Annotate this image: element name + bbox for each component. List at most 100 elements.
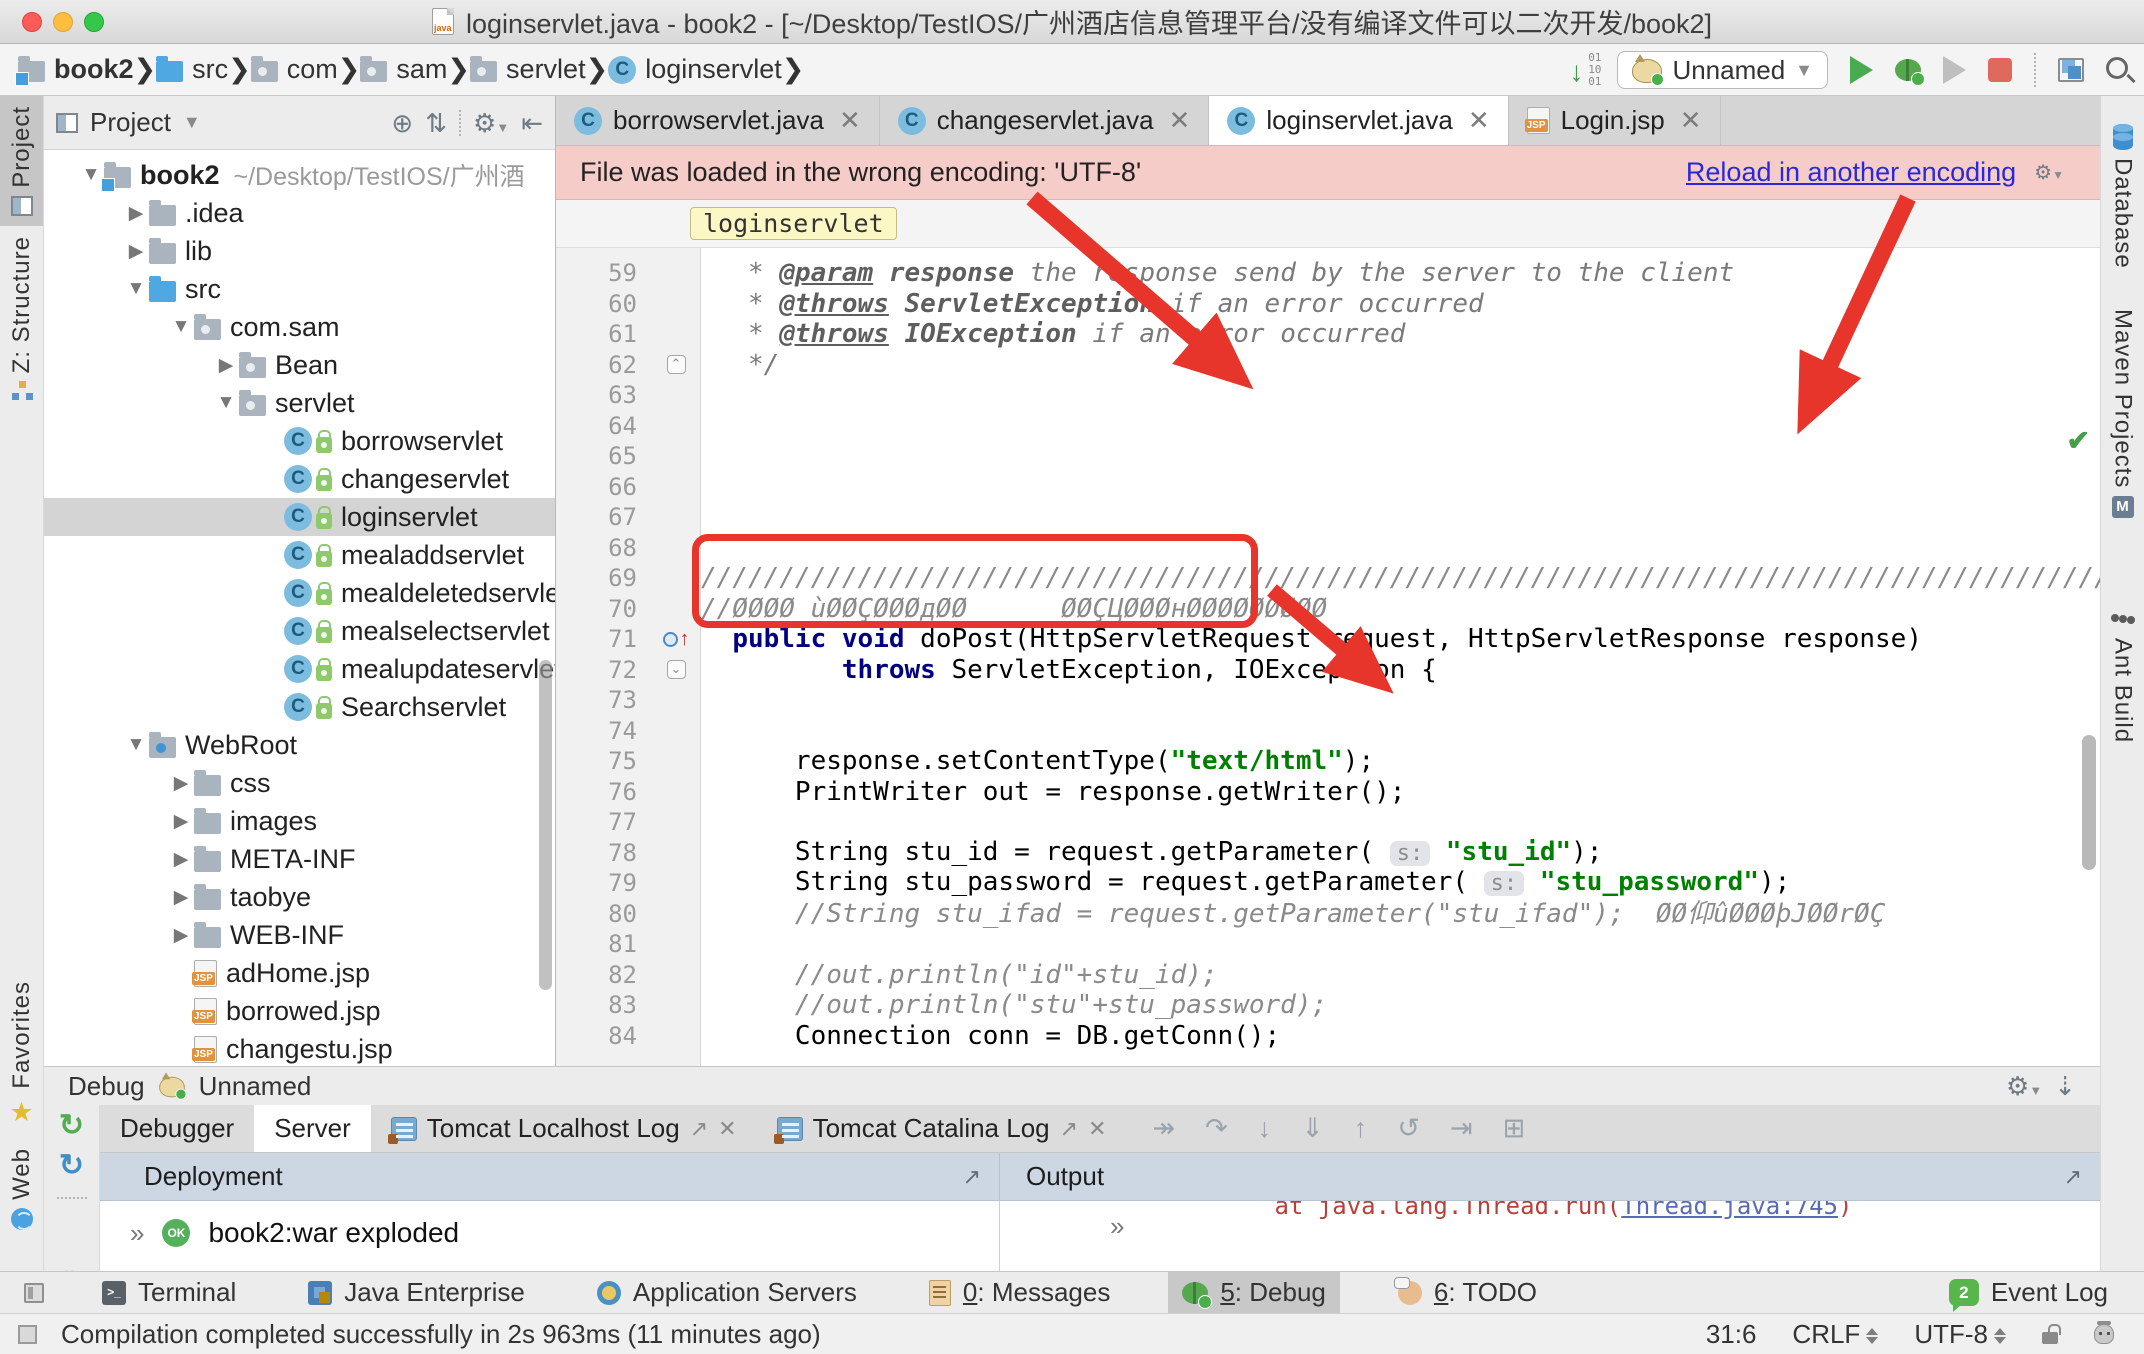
expand-arrow-icon[interactable]: ▶ <box>213 354 239 377</box>
collapse-arrow-icon[interactable]: ▼ <box>123 278 149 300</box>
debug-tab-tomcat-localhost-log[interactable]: Tomcat Localhost Log↗✕ <box>371 1105 757 1152</box>
tree-item-WebRoot[interactable]: ▼WebRoot <box>44 726 555 764</box>
collapse-arrow-icon[interactable]: ▼ <box>168 316 194 338</box>
breadcrumb-item-com[interactable]: com <box>251 54 338 85</box>
project-structure-icon[interactable] <box>2058 58 2084 82</box>
hide-panel-icon[interactable]: ⇣ <box>2054 1073 2076 1099</box>
zoom-window-button[interactable] <box>84 12 104 32</box>
collapse-arrow-icon[interactable]: ▼ <box>213 392 239 414</box>
expand-arrow-icon[interactable]: ▶ <box>123 202 149 225</box>
search-icon[interactable] <box>2106 57 2128 79</box>
tree-item-book2[interactable]: ▼book2~/Desktop/TestIOS/广州酒 <box>44 156 555 194</box>
debug-button[interactable] <box>1895 59 1921 81</box>
tree-item-mealselectservlet[interactable]: mealselectservlet <box>44 612 555 650</box>
tree-item-src[interactable]: ▼src <box>44 270 555 308</box>
breadcrumb-item-servlet[interactable]: servlet <box>470 54 586 85</box>
output-console[interactable]: » at java.lang.Thread.run(Thread.java:74… <box>1000 1201 2100 1271</box>
stripe-tab-maven-projects[interactable]: Maven Projects <box>2101 299 2144 528</box>
step-over-icon[interactable]: ↷ <box>1205 1113 1228 1144</box>
expand-arrow-icon[interactable]: ▶ <box>168 810 194 833</box>
editor-tab-loginservlet-java[interactable]: loginservlet.java✕ <box>1209 96 1508 145</box>
tree-item--idea[interactable]: ▶.idea <box>44 194 555 232</box>
step-out-icon[interactable]: ↑ <box>1354 1113 1368 1144</box>
breadcrumb-item-book2[interactable]: book2 <box>18 54 134 85</box>
tree-item-borrowed-jsp[interactable]: borrowed.jsp <box>44 992 555 1030</box>
event-log-button[interactable]: 2 Event Log <box>1949 1277 2108 1308</box>
debug-tab-debugger[interactable]: Debugger <box>100 1105 254 1152</box>
gear-icon[interactable]: ⚙▼ <box>473 110 509 136</box>
fold-marker-icon[interactable]: ⌄ <box>667 660 686 679</box>
tree-item-Bean[interactable]: ▶Bean <box>44 346 555 384</box>
tree-item-lib[interactable]: ▶lib <box>44 232 555 270</box>
stack-trace-link[interactable]: Thread.java:745 <box>1621 1201 1838 1220</box>
gear-icon[interactable]: ⚙▼ <box>2034 163 2064 183</box>
debug-tab-tomcat-catalina-log[interactable]: Tomcat Catalina Log↗✕ <box>757 1105 1127 1152</box>
tree-item-adHome-jsp[interactable]: adHome.jsp <box>44 954 555 992</box>
write-access-lock-icon[interactable] <box>2042 1332 2058 1344</box>
tree-item-taobye[interactable]: ▶taobye <box>44 878 555 916</box>
editor-tab-changeservlet-java[interactable]: changeservlet.java✕ <box>880 96 1210 145</box>
force-step-into-icon[interactable]: ⇓ <box>1301 1113 1324 1144</box>
toolwindow-button-5-debug[interactable]: 5: Debug <box>1168 1272 1340 1313</box>
pin-output-icon[interactable]: ↗ <box>690 1116 708 1142</box>
refresh-deployment-button[interactable]: ↻ <box>59 1151 84 1181</box>
stop-button[interactable] <box>1988 58 2012 82</box>
collapse-all-icon[interactable]: ⇅ <box>425 110 447 136</box>
rerun-server-button[interactable]: ↻ <box>59 1111 84 1141</box>
tree-item-css[interactable]: ▶css <box>44 764 555 802</box>
line-ending-select[interactable]: CRLF <box>1792 1319 1878 1350</box>
toolwindow-button-application-servers[interactable]: Application Servers <box>583 1272 871 1313</box>
tree-item-images[interactable]: ▶images <box>44 802 555 840</box>
breadcrumb-item-loginservlet[interactable]: loginservlet <box>608 54 782 85</box>
step-into-icon[interactable]: ↓ <box>1258 1113 1272 1144</box>
tree-item-loginservlet[interactable]: loginservlet <box>44 498 555 536</box>
override-method-icon[interactable] <box>663 632 678 647</box>
tree-item-changeservlet[interactable]: changeservlet <box>44 460 555 498</box>
tree-item-com-sam[interactable]: ▼com.sam <box>44 308 555 346</box>
deployment-item-label[interactable]: book2:war exploded <box>208 1217 459 1249</box>
close-tab-icon[interactable]: ✕ <box>718 1116 736 1142</box>
editor-tab-borrowservlet-java[interactable]: borrowservlet.java✕ <box>556 96 880 145</box>
tree-item-borrowservlet[interactable]: borrowservlet <box>44 422 555 460</box>
chevron-down-icon[interactable]: ▼ <box>183 112 201 133</box>
fold-marker-icon[interactable]: ⌃ <box>667 355 686 374</box>
drop-frame-icon[interactable]: ↺ <box>1397 1113 1420 1144</box>
tree-item-META-INF[interactable]: ▶META-INF <box>44 840 555 878</box>
tree-item-mealaddservlet[interactable]: mealaddservlet <box>44 536 555 574</box>
expand-arrow-icon[interactable]: ▶ <box>168 848 194 871</box>
run-to-cursor-icon[interactable]: ⇥ <box>1450 1113 1473 1144</box>
run-configuration-select[interactable]: Unnamed ▼ <box>1617 51 1828 89</box>
collapse-arrow-icon[interactable]: ▼ <box>123 734 149 756</box>
deployment-pane[interactable]: » OK book2:war exploded <box>100 1201 1000 1271</box>
jump-to-output-icon[interactable]: ↗ <box>2064 1164 2082 1190</box>
tree-item-Searchservlet[interactable]: Searchservlet <box>44 688 555 726</box>
minimize-window-button[interactable] <box>53 12 73 32</box>
toolwindow-button-terminal[interactable]: Terminal <box>88 1272 250 1313</box>
expand-arrow-icon[interactable]: ▶ <box>168 772 194 795</box>
hide-panel-icon[interactable]: ⇤ <box>521 110 543 136</box>
encoding-select[interactable]: UTF-8 <box>1914 1319 2006 1350</box>
locate-icon[interactable]: ⊕ <box>391 110 413 136</box>
show-execution-point-icon[interactable]: ↠ <box>1153 1113 1176 1144</box>
coverage-button[interactable] <box>1943 56 1966 84</box>
tree-item-mealdeletedservlet[interactable]: mealdeletedservlet <box>44 574 555 612</box>
debug-tab-server[interactable]: Server <box>254 1105 371 1152</box>
stripe-tab-favorites[interactable]: Favorites★ <box>0 971 43 1138</box>
close-tab-icon[interactable]: ✕ <box>839 105 861 136</box>
close-tab-icon[interactable]: ✕ <box>1680 105 1702 136</box>
tool-window-quick-access-icon[interactable] <box>24 1283 44 1303</box>
caret-position[interactable]: 31:6 <box>1706 1319 1757 1350</box>
expand-chevron[interactable]: » <box>1110 1211 1124 1242</box>
tree-item-WEB-INF[interactable]: ▶WEB-INF <box>44 916 555 954</box>
jump-to-output-icon[interactable]: ↗ <box>963 1164 981 1190</box>
stripe-tab-database[interactable]: Database <box>2101 114 2144 279</box>
expand-arrow-icon[interactable]: ▶ <box>123 240 149 263</box>
expand-arrow-icon[interactable]: ▶ <box>168 924 194 947</box>
stripe-tab-z-structure[interactable]: Z: Structure <box>0 226 43 411</box>
stripe-tab-ant-build[interactable]: Ant Build <box>2101 598 2144 753</box>
evaluate-expression-icon[interactable]: ⊞ <box>1503 1113 1526 1144</box>
toggle-toolbuttons-icon[interactable] <box>18 1325 37 1344</box>
close-window-button[interactable] <box>22 12 42 32</box>
tree-item-changestu-jsp[interactable]: changestu.jsp <box>44 1030 555 1064</box>
close-tab-icon[interactable]: ✕ <box>1468 105 1490 136</box>
